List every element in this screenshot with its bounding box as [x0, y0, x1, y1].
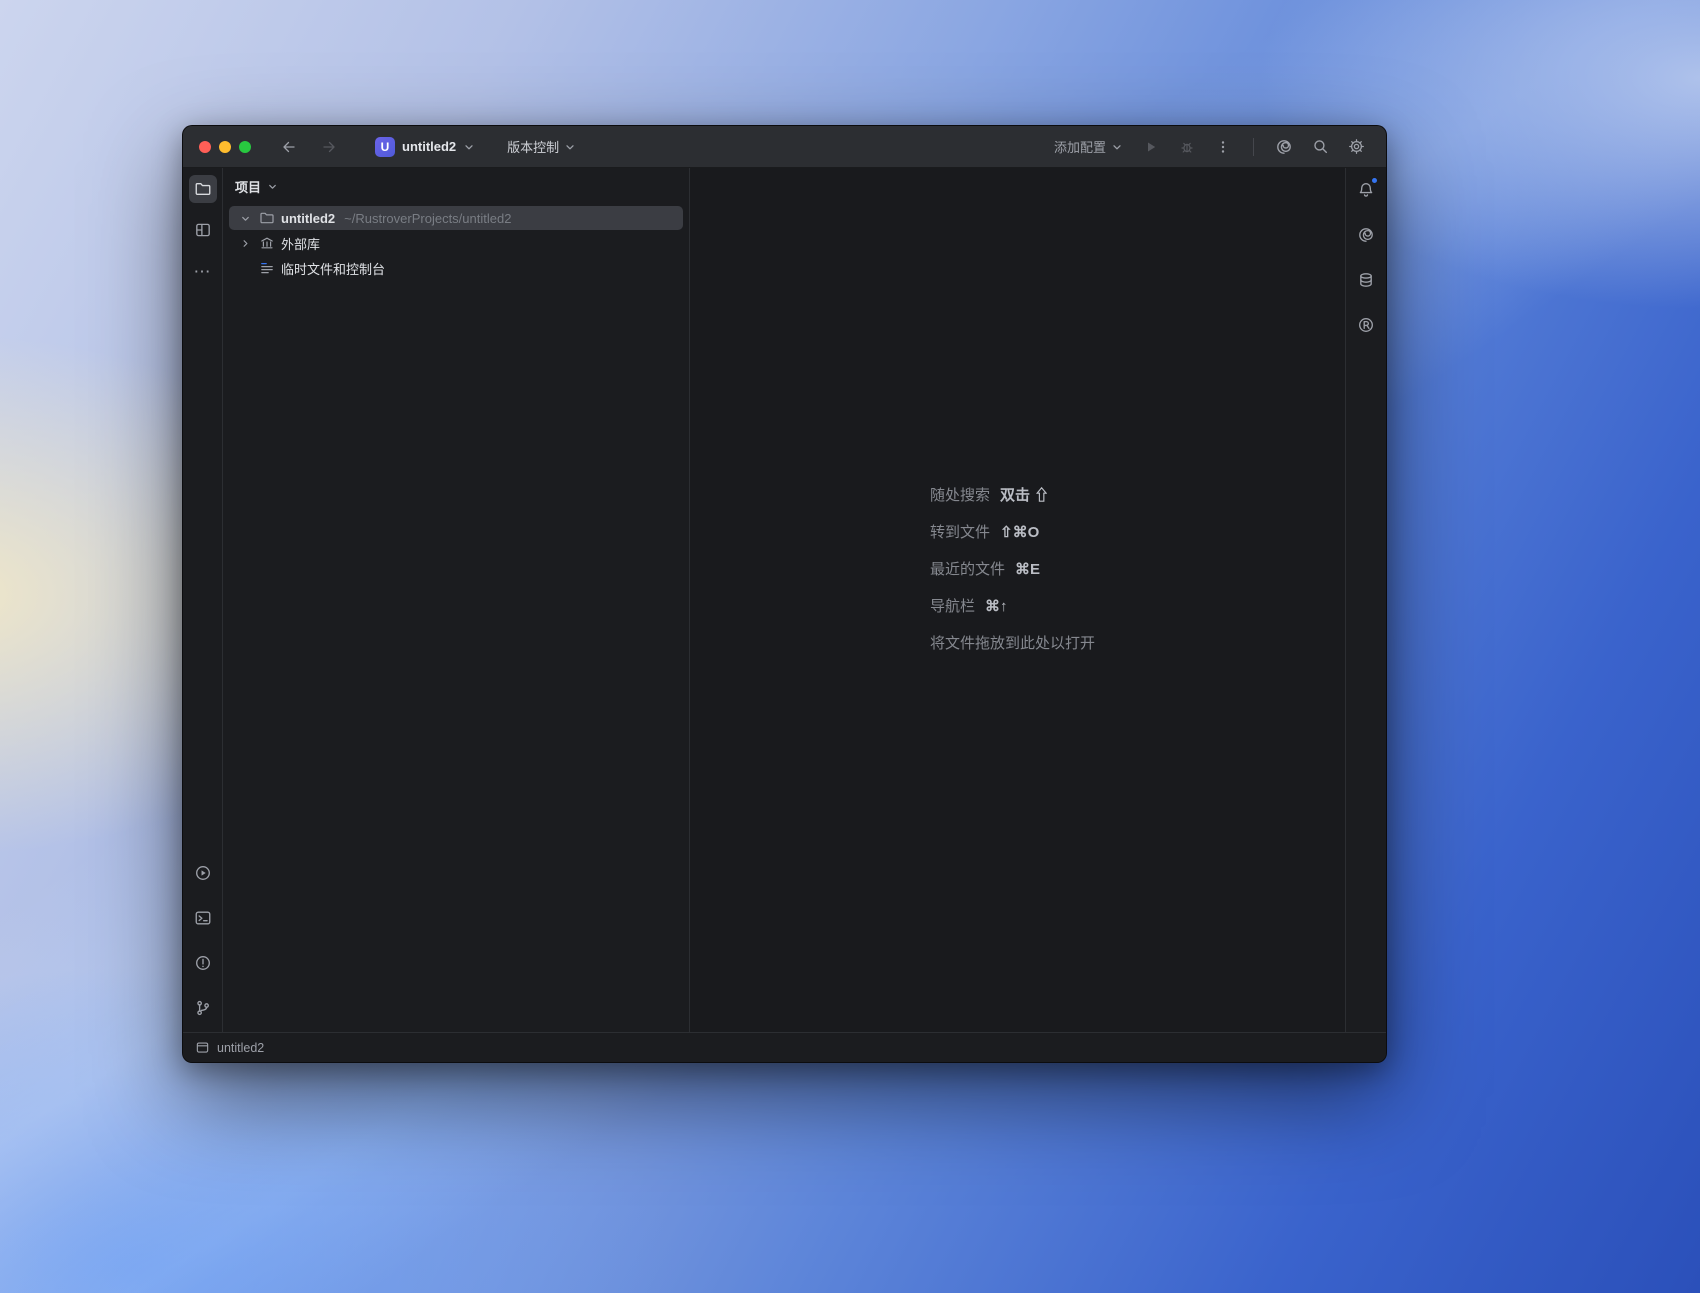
tree-row-external-libraries[interactable]: 外部库: [229, 231, 683, 255]
shortcut-hint-drop-files: 将文件拖放到此处以打开: [930, 633, 1105, 654]
run-icon[interactable]: [1137, 133, 1165, 161]
shortcut-label: 将文件拖放到此处以打开: [929, 635, 1096, 652]
right-tool-strip: [1346, 168, 1386, 1032]
vcs-label: 版本控制: [507, 140, 560, 155]
shortcut-keys: ⇧⌘O: [1000, 524, 1040, 541]
add-config-label: 添加配置: [1053, 140, 1106, 155]
vcs-widget[interactable]: 版本控制: [501, 133, 582, 160]
chevron-down-icon: [267, 181, 278, 192]
tree-row-project-root[interactable]: untitled2 ~/RustroverProjects/untitled2: [229, 206, 683, 230]
shortcut-keys: 双击 ⇧: [1000, 487, 1050, 504]
version-control-toolwindow-button[interactable]: [189, 994, 217, 1022]
run-toolwindow-button[interactable]: [189, 859, 217, 887]
folder-icon: [258, 210, 276, 226]
chevron-right-icon[interactable]: [237, 238, 253, 249]
shortcut-label: 最近的文件: [929, 561, 1006, 578]
more-actions-icon[interactable]: [1209, 133, 1237, 161]
cargo-toolwindow-button[interactable]: [1352, 311, 1380, 339]
shortcut-keys: ⌘E: [1015, 561, 1041, 578]
project-window-icon: [195, 1040, 210, 1055]
shortcut-keys: ⌘↑: [985, 598, 1008, 615]
toolbar-divider: [1253, 137, 1254, 156]
left-tool-strip: ⋯: [183, 168, 223, 1032]
project-panel-title: 项目: [235, 179, 262, 195]
zoom-window-button[interactable]: [239, 140, 251, 153]
ide-window: U untitled2 版本控制 添加配置 ⋯ 项目 untitled2 ~/R…: [182, 125, 1387, 1063]
notifications-bell-icon[interactable]: [1352, 176, 1380, 204]
project-tree: untitled2 ~/RustroverProjects/untitled2 …: [223, 204, 689, 282]
editor-empty-area: 随处搜索 双击 ⇧ 转到文件 ⇧⌘O 最近的文件 ⌘E 导航栏 ⌘↑ 将文件拖放…: [689, 168, 1346, 1032]
project-panel-header[interactable]: 项目: [223, 168, 689, 204]
chevron-down-icon: [1111, 141, 1123, 153]
settings-gear-icon[interactable]: [1342, 133, 1370, 161]
ai-chat-toolwindow-button[interactable]: [1352, 221, 1380, 249]
more-glyph: ⋯: [193, 261, 212, 281]
shortcut-hint-search-everywhere: 随处搜索 双击 ⇧: [930, 485, 1049, 506]
chevron-down-icon: [463, 141, 475, 153]
status-bar: untitled2: [183, 1032, 1386, 1062]
notification-badge-dot: [1371, 177, 1378, 184]
database-toolwindow-button[interactable]: [1352, 266, 1380, 294]
structure-toolwindow-button[interactable]: [189, 216, 217, 244]
minimize-window-button[interactable]: [219, 140, 231, 153]
tree-node-name: 临时文件和控制台: [281, 261, 386, 277]
shortcut-label: 随处搜索: [929, 487, 991, 504]
run-configurations-dropdown[interactable]: 添加配置: [1048, 133, 1129, 160]
scratches-icon: [258, 260, 276, 276]
editor-shortcut-hints: 随处搜索 双击 ⇧ 转到文件 ⇧⌘O 最近的文件 ⌘E 导航栏 ⌘↑ 将文件拖放…: [930, 485, 1105, 654]
problems-toolwindow-button[interactable]: [189, 949, 217, 977]
desktop-wallpaper: U untitled2 版本控制 添加配置 ⋯ 项目 untitled2 ~/R…: [0, 0, 1700, 1293]
back-icon[interactable]: [275, 133, 303, 161]
traffic-lights: [199, 140, 251, 153]
close-window-button[interactable]: [199, 140, 211, 153]
shortcut-hint-recent-files: 最近的文件 ⌘E: [930, 559, 1040, 580]
shortcut-label: 导航栏: [929, 598, 976, 615]
ai-assistant-icon[interactable]: [1270, 133, 1298, 161]
tree-node-name: untitled2: [281, 210, 336, 226]
debug-icon[interactable]: [1173, 133, 1201, 161]
status-bar-project-name[interactable]: untitled2: [217, 1041, 264, 1055]
search-icon[interactable]: [1306, 133, 1334, 161]
title-bar: U untitled2 版本控制 添加配置: [183, 126, 1386, 168]
forward-icon[interactable]: [315, 133, 343, 161]
project-widget[interactable]: U untitled2: [369, 133, 481, 161]
project-name: untitled2: [402, 139, 457, 154]
terminal-toolwindow-button[interactable]: [189, 904, 217, 932]
library-icon: [258, 235, 276, 251]
shortcut-hint-go-to-file: 转到文件 ⇧⌘O: [930, 522, 1039, 543]
tree-node-path: ~/RustroverProjects/untitled2: [344, 210, 512, 226]
tree-node-name: 外部库: [281, 236, 321, 252]
more-toolwindows-icon[interactable]: ⋯: [189, 257, 217, 285]
chevron-down-icon[interactable]: [237, 213, 253, 224]
project-toolwindow-button[interactable]: [188, 175, 217, 203]
project-badge: U: [375, 136, 395, 157]
project-panel: 项目 untitled2 ~/RustroverProjects/untitle…: [223, 168, 689, 1032]
tree-row-scratches[interactable]: 临时文件和控制台: [229, 256, 683, 280]
chevron-down-icon: [564, 141, 576, 153]
shortcut-label: 转到文件: [929, 524, 991, 541]
shortcut-hint-navigation-bar: 导航栏 ⌘↑: [930, 596, 1008, 617]
